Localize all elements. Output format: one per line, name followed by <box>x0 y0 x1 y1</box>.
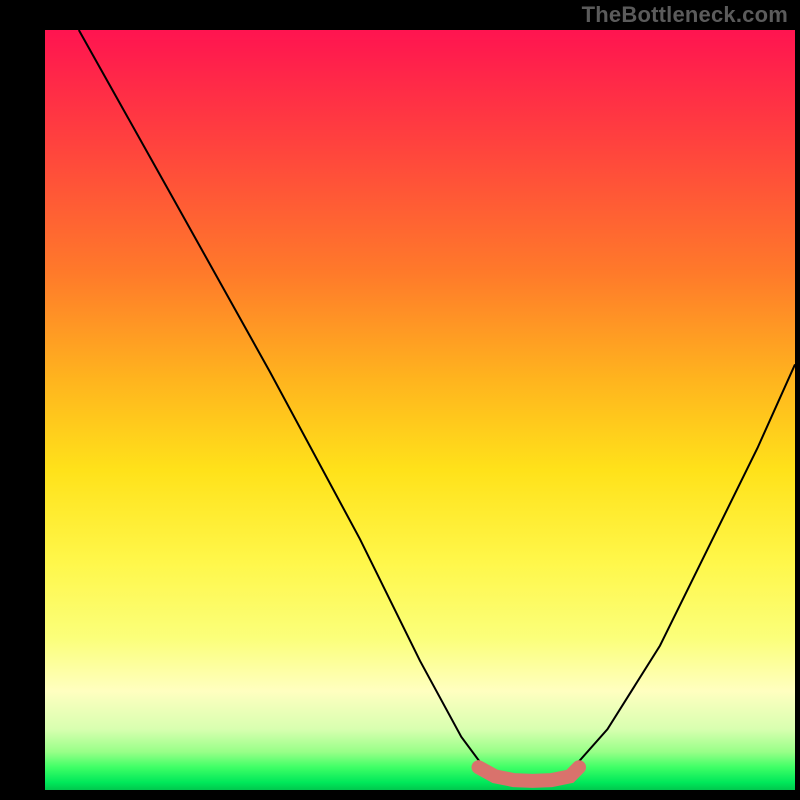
plot-area <box>45 30 795 790</box>
watermark-text: TheBottleneck.com <box>582 2 788 28</box>
outer-frame: TheBottleneck.com <box>0 0 800 800</box>
curve-left-branch <box>79 30 484 767</box>
curve-layer <box>45 30 795 790</box>
bottom-marker-band <box>479 767 580 781</box>
curve-right-branch <box>574 364 795 767</box>
